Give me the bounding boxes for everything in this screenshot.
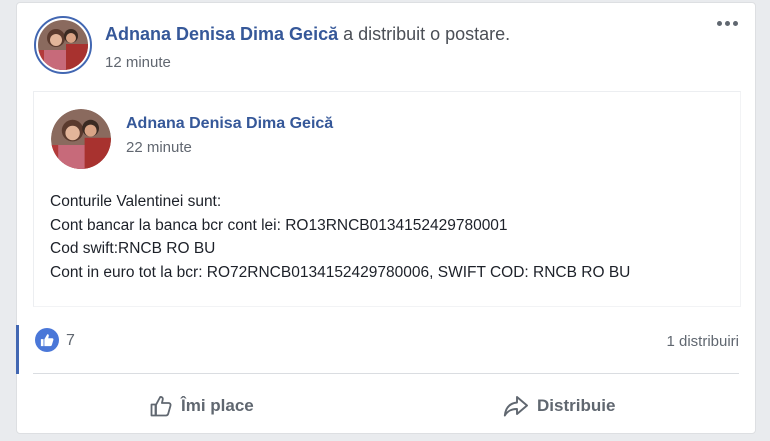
share-count[interactable]: 1 distribuiri [666,333,739,350]
shared-author-avatar[interactable] [51,109,111,169]
share-action-text: a distribuit o postare. [338,24,511,44]
post-header-line: Adnana Denisa Dima Geică a distribuit o … [105,24,510,45]
post-timestamp[interactable]: 12 minute [105,54,171,71]
post-body: Conturile Valentinei sunt: Cont bancar l… [50,190,630,284]
author-avatar[interactable] [34,16,92,74]
avatar-photo [38,20,88,70]
post-card: Adnana Denisa Dima Geică a distribuit o … [16,2,756,434]
shared-author-name-link[interactable]: Adnana Denisa Dima Geică [126,115,333,133]
more-options-icon[interactable] [717,13,743,33]
actions-divider [33,373,739,374]
thumbs-up-icon[interactable] [35,328,59,352]
avatar-photo [51,109,111,169]
post-body-line: Cont in euro tot la bcr: RO72RNCB0134152… [50,263,631,281]
share-button[interactable]: Distribuie [503,388,615,424]
like-button[interactable]: Îmi place [149,388,254,424]
focus-accent-bar [16,325,19,374]
post-body-line: Cod swift:RNCB RO BU [50,240,216,257]
share-arrow-icon [503,396,528,417]
like-button-label: Îmi place [181,396,254,415]
post-body-line: Cont bancar la banca bcr cont lei: RO13R… [50,216,508,234]
author-name-link[interactable]: Adnana Denisa Dima Geică [105,24,338,44]
shared-post-timestamp[interactable]: 22 minute [126,139,192,156]
thumbs-up-outline-icon [150,396,172,417]
share-button-label: Distribuie [537,396,616,415]
like-count[interactable]: 7 [66,332,75,350]
post-body-line: Conturile Valentinei sunt: [50,193,222,210]
